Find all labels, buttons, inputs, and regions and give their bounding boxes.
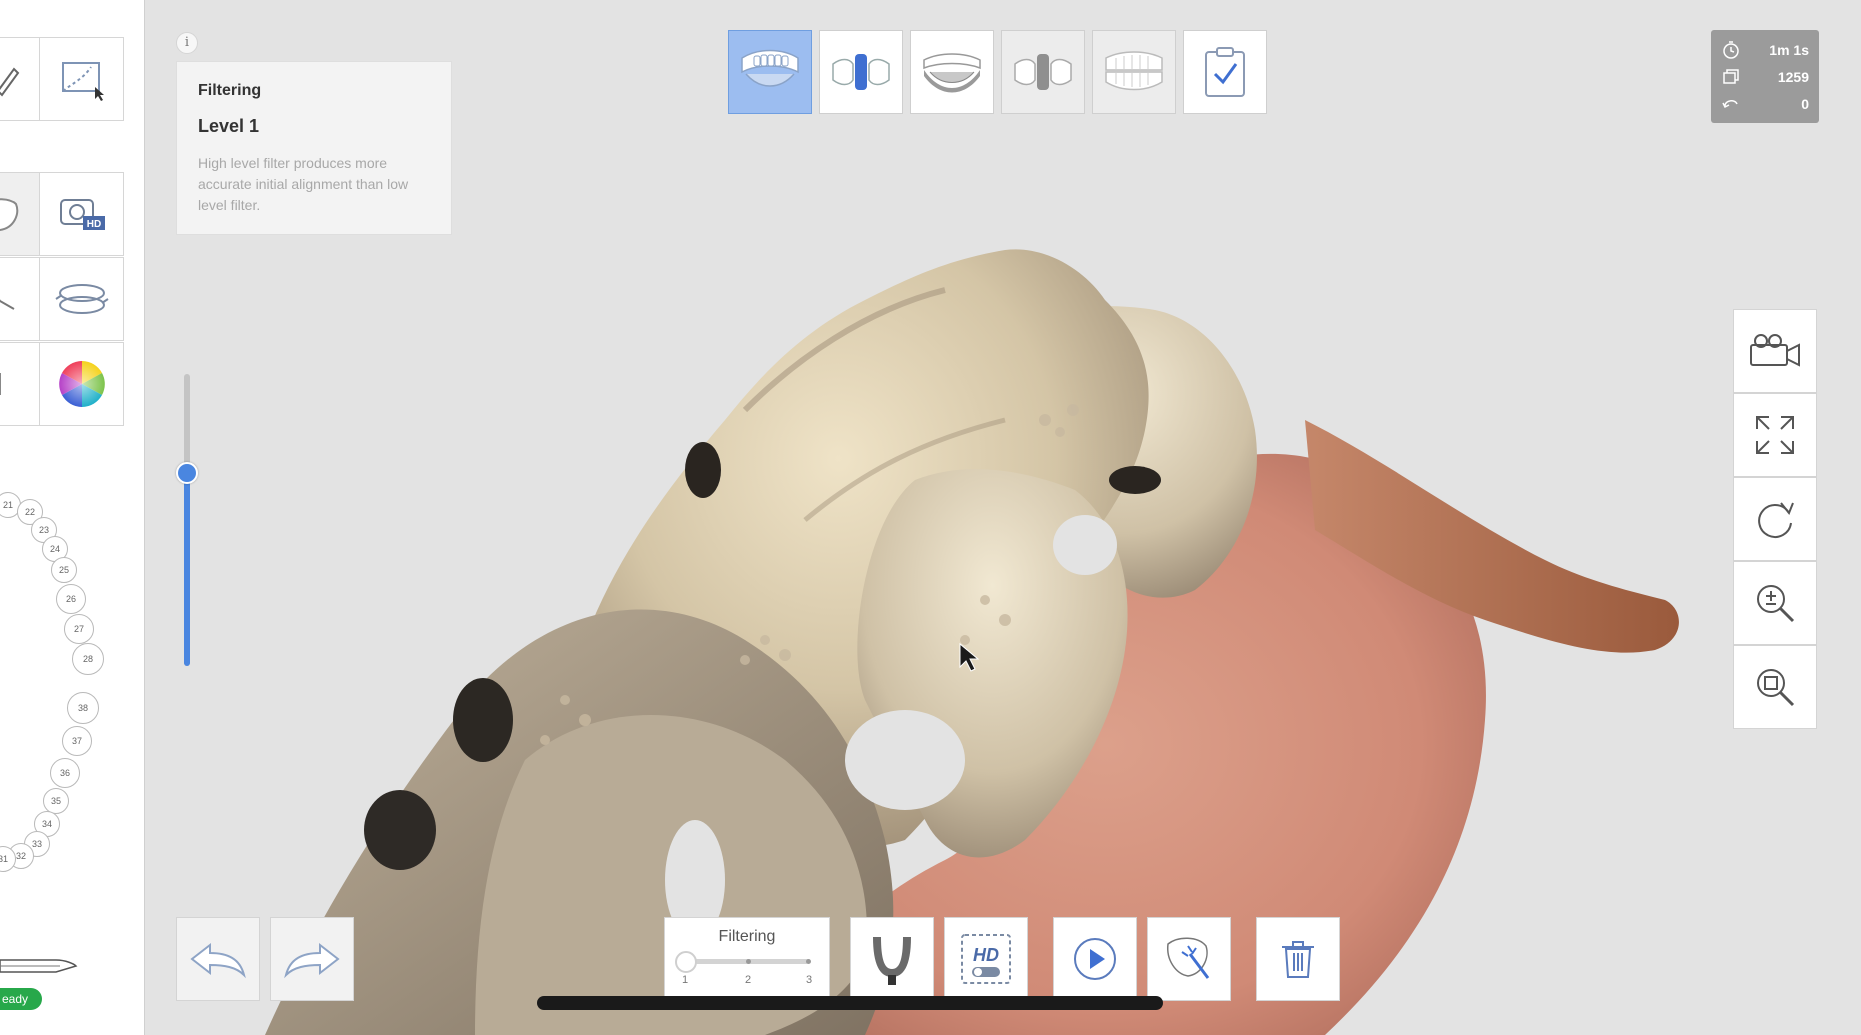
left-tool-panel: HD 21 22 23 24 25 26 27 28 38 37 36 35 3… (0, 0, 145, 1035)
arch-mode-button[interactable] (850, 917, 934, 1001)
undo-button[interactable] (176, 917, 260, 1001)
dental-arch-icon (54, 284, 109, 314)
filter-info-card: Filtering Level 1 High level filter prod… (176, 61, 452, 235)
reset-rotation-button[interactable] (1733, 477, 1817, 561)
color-wheel-icon (58, 361, 105, 407)
tooth-28[interactable]: 28 (72, 643, 104, 675)
info-icon[interactable]: i (176, 32, 198, 54)
u-arch-icon (873, 937, 911, 985)
tooth-25[interactable]: 25 (51, 557, 77, 583)
filter-tick-1: 1 (682, 974, 689, 986)
camera-view-button[interactable] (1733, 309, 1817, 393)
expand-icon (1756, 416, 1794, 454)
color-mode-button[interactable] (39, 342, 124, 426)
zoom-fit-button[interactable] (1733, 645, 1817, 729)
hd-capture-button[interactable]: HD (39, 172, 124, 256)
angle-icon (0, 299, 15, 310)
hd-toggle-button[interactable]: HD (944, 917, 1028, 1001)
undo-count-value: 0 (1801, 95, 1809, 112)
scanbody-icon (832, 54, 890, 90)
redo-button[interactable] (270, 917, 354, 1001)
tooth-27[interactable]: 27 (64, 614, 94, 644)
trash-icon (1282, 941, 1314, 978)
arch-rotate-button[interactable] (39, 257, 124, 341)
filtering-level-slider[interactable]: Filtering 1 2 3 (664, 917, 830, 1001)
hd-camera-icon: HD (59, 199, 105, 230)
edit-tool-button[interactable] (0, 37, 40, 121)
select-area-button[interactable] (39, 37, 124, 121)
tooth-icon (0, 198, 19, 232)
stage-mandible-scanbody[interactable] (1001, 30, 1085, 114)
undo-count-row: 0 (1721, 90, 1809, 117)
undo-count-icon (1722, 99, 1738, 108)
info-description: High level filter produces more accurate… (198, 155, 409, 213)
tooth-37[interactable]: 37 (62, 726, 92, 756)
zoom-button[interactable] (1733, 561, 1817, 645)
info-level: Level 1 (198, 116, 260, 136)
frame-count-value: 1259 (1777, 68, 1809, 85)
filter-knob[interactable] (675, 951, 697, 973)
redo-arrow-icon (284, 942, 340, 979)
filter-stop-3 (806, 959, 811, 964)
home-indicator-bar[interactable] (537, 996, 1163, 1010)
stage-maxilla-scanbody[interactable] (819, 30, 903, 114)
scanbody-gray-icon (1014, 54, 1072, 90)
frames-icon (1723, 68, 1739, 84)
lower-jaw-icon (923, 53, 981, 93)
scanner-handpiece-icon (0, 959, 78, 973)
frame-count-row: 1259 (1721, 63, 1809, 90)
magic-tooth-icon (1167, 937, 1210, 979)
upper-jaw-icon (741, 49, 799, 87)
zoom-box-icon (1757, 669, 1795, 707)
occlusion-icon (1105, 51, 1163, 91)
stage-occlusion[interactable] (1092, 30, 1176, 114)
lasso-select-icon (61, 62, 104, 101)
stage-review[interactable] (1183, 30, 1267, 114)
trim-tool-button[interactable] (0, 257, 40, 341)
tooth-tool-button[interactable] (0, 172, 40, 256)
fit-view-button[interactable] (1733, 393, 1817, 477)
ai-filter-button[interactable] (1147, 917, 1231, 1001)
stage-maxilla[interactable] (728, 30, 812, 114)
screen-icon (0, 373, 1, 395)
scan-stats-panel: 1m 1s 1259 0 (1711, 30, 1819, 123)
tooth-38[interactable]: 38 (67, 692, 99, 724)
zoom-plus-minus-icon (1757, 585, 1795, 623)
svg-text:HD: HD (86, 219, 100, 230)
ready-status-badge: eady (0, 988, 42, 1010)
tooth-36[interactable]: 36 (50, 758, 80, 788)
scan-time-value: 1m 1s (1769, 41, 1809, 58)
undo-arrow-icon (190, 942, 246, 979)
scan-time-row: 1m 1s (1721, 36, 1809, 63)
info-title: Filtering (198, 82, 262, 99)
rotate-icon (1758, 502, 1794, 538)
slider-fill (184, 473, 190, 666)
play-button[interactable] (1053, 917, 1137, 1001)
hd-off-icon: HD (961, 934, 1011, 984)
tooth-26[interactable]: 26 (56, 584, 86, 614)
view-tool-button[interactable] (0, 342, 40, 426)
pen-icon (0, 67, 20, 97)
stage-mandible[interactable] (910, 30, 994, 114)
delete-button[interactable] (1256, 917, 1340, 1001)
svg-text:HD: HD (973, 945, 999, 965)
filtering-label: Filtering (718, 928, 776, 945)
filter-tick-3: 3 (806, 974, 813, 986)
timer-icon (1723, 40, 1739, 59)
clipboard-check-icon (1205, 47, 1245, 97)
filter-stop-2 (746, 959, 751, 964)
filter-tick-2: 2 (745, 974, 752, 986)
play-icon (1074, 938, 1116, 980)
video-camera-icon (1750, 334, 1800, 367)
